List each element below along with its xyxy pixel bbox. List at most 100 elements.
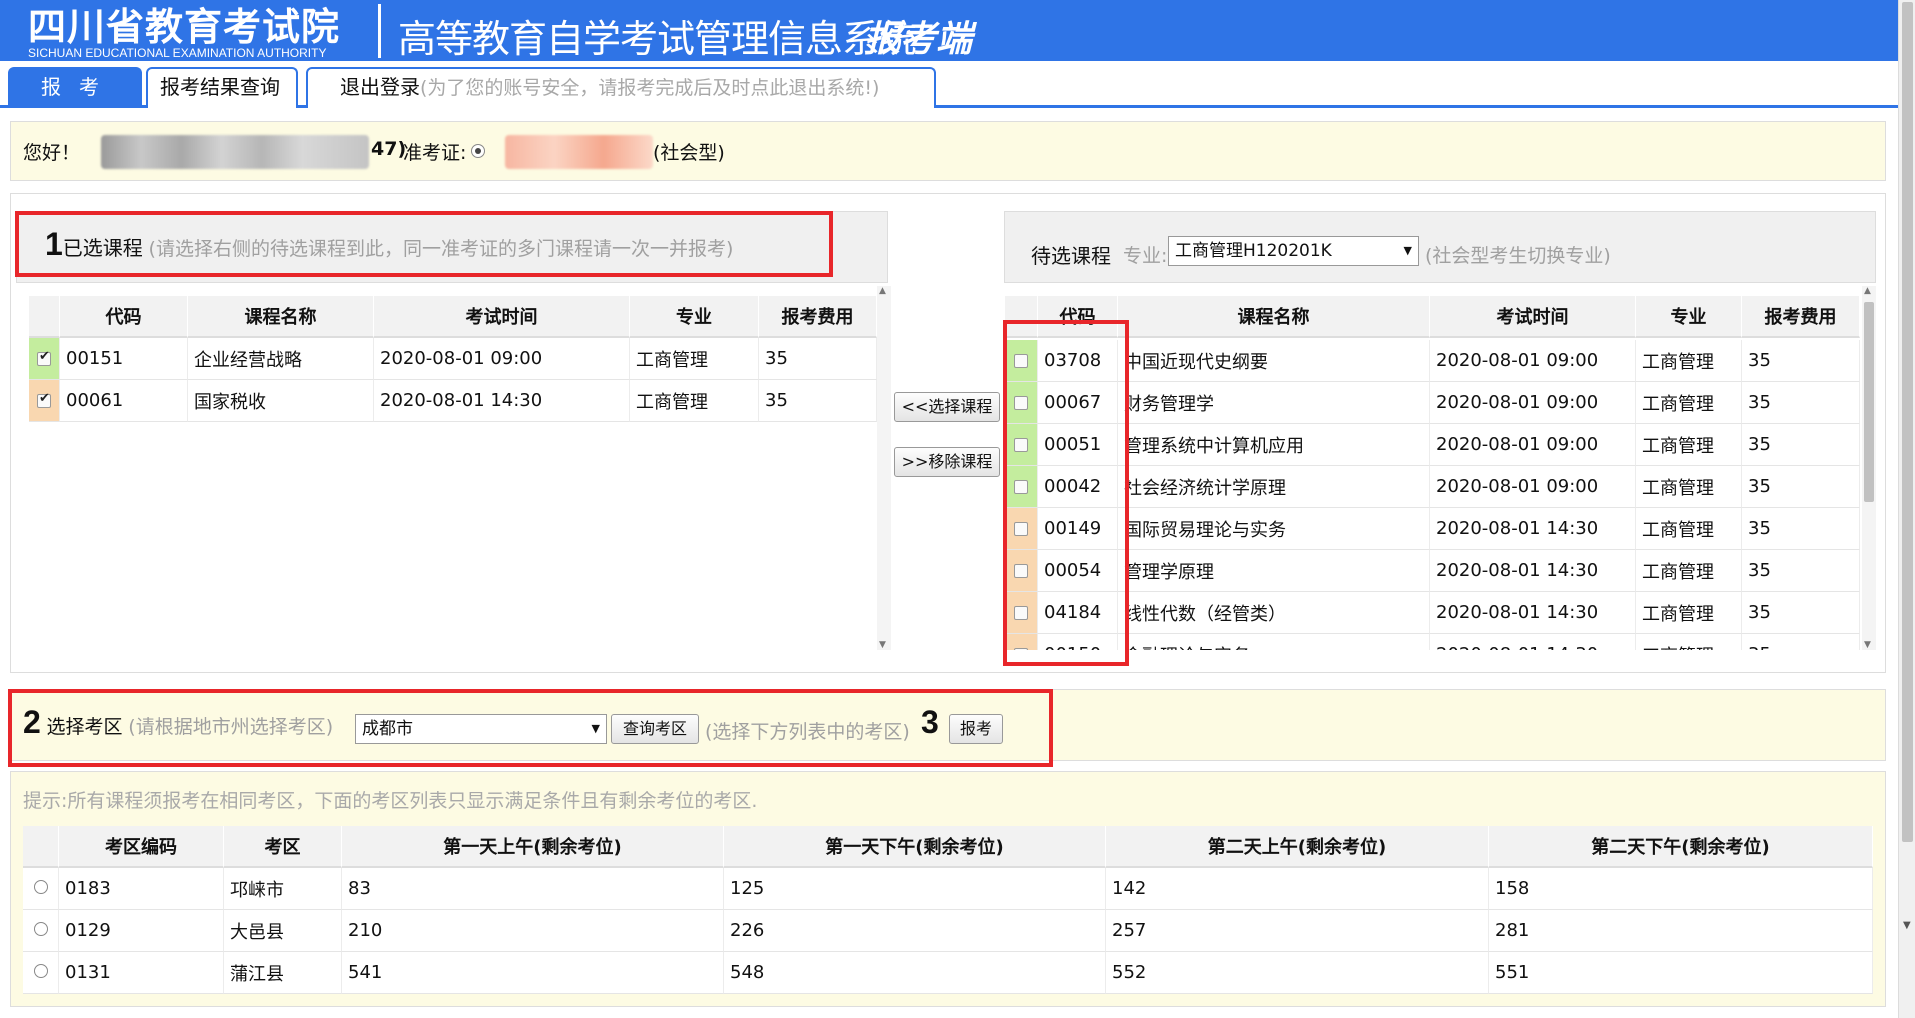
- course-fee: 35: [759, 380, 877, 422]
- table-row[interactable]: 00051 管理系统中计算机应用 2020-08-01 09:00 工商管理 3…: [1005, 424, 1860, 466]
- exam-time: 2020-08-01 14:30: [1430, 634, 1636, 650]
- course-name: 管理学原理: [1118, 550, 1430, 592]
- pending-courses-body: 03708 中国近现代史纲要 2020-08-01 09:00 工商管理 35 …: [1005, 340, 1860, 650]
- area-name: 大邑县: [224, 910, 342, 952]
- course-name: 国家税收: [188, 380, 374, 422]
- area-radio-cell: [23, 910, 59, 952]
- area-name: 蒲江县: [224, 952, 342, 994]
- tab-logout[interactable]: 退出登录(为了您的账号安全，请报考完成后及时点此退出系统!): [306, 67, 936, 108]
- selected-header-major: 专业: [630, 296, 759, 338]
- selected-header-fee: 报考费用: [759, 296, 877, 338]
- exam-time: 2020-08-01 14:30: [1430, 508, 1636, 550]
- course-fee: 35: [1742, 634, 1860, 650]
- table-row[interactable]: 00151 企业经营战略 2020-08-01 09:00 工商管理 35: [29, 338, 877, 380]
- seats-d2pm: 281: [1489, 910, 1873, 952]
- area-header-d2am: 第二天上午(剩余考位): [1106, 826, 1489, 868]
- selected-header-time: 考试时间: [374, 296, 630, 338]
- course-major: 工商管理: [1636, 382, 1742, 424]
- row-color-cell: [29, 380, 60, 422]
- system-title: 高等教育自学考试管理信息系统: [398, 17, 917, 61]
- tab-apply-results[interactable]: 报考结果查询: [146, 67, 298, 108]
- table-row[interactable]: 00067 财务管理学 2020-08-01 09:00 工商管理 35: [1005, 382, 1860, 424]
- area-radio[interactable]: [33, 964, 48, 978]
- area-radio-cell: [23, 868, 59, 910]
- area-name: 邛崃市: [224, 868, 342, 910]
- course-code: 00061: [60, 380, 188, 422]
- exam-time: 2020-08-01 09:00: [1430, 424, 1636, 466]
- course-fee: 35: [1742, 508, 1860, 550]
- candidate-type: (社会型): [653, 142, 725, 164]
- course-name: 财务管理学: [1118, 382, 1430, 424]
- course-fee: 35: [1742, 424, 1860, 466]
- table-row[interactable]: 0131 蒲江县 541 548 552 551: [23, 952, 1873, 994]
- org-english-name: SICHUAN EDUCATIONAL EXAMINATION AUTHORIT…: [28, 46, 327, 60]
- system-subtitle: 报考端: [864, 19, 973, 60]
- scroll-down-arrow-icon[interactable]: ▼: [879, 640, 886, 650]
- course-checkbox[interactable]: [37, 391, 51, 408]
- table-row[interactable]: 0183 邛崃市 83 125 142 158: [23, 868, 1873, 910]
- greeting-bar: 您好！ 47) 准考证: (社会型): [10, 121, 1886, 181]
- course-major: 工商管理: [630, 338, 759, 380]
- page-scrollbar-thumb[interactable]: [1902, 2, 1913, 842]
- table-row[interactable]: 00150 金融理论与实务 2020-08-01 14:30 工商管理 35: [1005, 634, 1860, 650]
- table-row[interactable]: 04184 线性代数（经管类） 2020-08-01 14:30 工商管理 35: [1005, 592, 1860, 634]
- course-panel: 1已选课程 (请选择右侧的待选课程到此，同一准考证的多门课程请一次一并报考) 代…: [10, 193, 1886, 673]
- greeting-hello: 您好！: [23, 142, 81, 164]
- major-switch-hint: (社会型考生切换专业): [1425, 245, 1611, 267]
- ticket-radio[interactable]: [471, 144, 485, 158]
- area-header-d1am: 第一天上午(剩余考位): [342, 826, 724, 868]
- selected-list-scrollbar[interactable]: ▲ ▼: [877, 286, 891, 650]
- area-code: 0131: [59, 952, 224, 994]
- scroll-up-arrow-icon[interactable]: ▲: [879, 286, 886, 296]
- pending-header-fee: 报考费用: [1742, 296, 1860, 338]
- selected-header-code: 代码: [60, 296, 188, 338]
- redacted-name: [101, 135, 369, 169]
- pending-courses-table: 代码 课程名称 考试时间 专业 报考费用: [1005, 296, 1860, 338]
- ticket-label: 准考证:: [403, 142, 467, 164]
- course-major: 工商管理: [1636, 550, 1742, 592]
- table-row[interactable]: 00054 管理学原理 2020-08-01 14:30 工商管理 35: [1005, 550, 1860, 592]
- course-name: 国际贸易理论与实务: [1118, 508, 1430, 550]
- highlight-box-exam-area: [8, 689, 1053, 767]
- pending-list-scrollbar-thumb[interactable]: [1864, 302, 1874, 502]
- area-results-panel: 提示:所有课程须报考在相同考区，下面的考区列表只显示满足条件且有剩余考位的考区.…: [10, 771, 1886, 1007]
- course-fee: 35: [759, 338, 877, 380]
- remove-course-button[interactable]: >>移除课程: [894, 447, 1000, 477]
- seats-d2am: 142: [1106, 868, 1489, 910]
- page-scroll-down-arrow-icon[interactable]: ▼: [1903, 920, 1911, 931]
- seats-d1am: 541: [342, 952, 724, 994]
- course-fee: 35: [1742, 340, 1860, 382]
- course-checkbox[interactable]: [37, 349, 51, 366]
- greeting-name-suffix: 47): [371, 138, 407, 160]
- area-radio[interactable]: [33, 922, 48, 936]
- table-row[interactable]: 00042 社会经济统计学原理 2020-08-01 09:00 工商管理 35: [1005, 466, 1860, 508]
- course-fee: 35: [1742, 466, 1860, 508]
- course-fee: 35: [1742, 550, 1860, 592]
- scroll-up-arrow-icon[interactable]: ▲: [1864, 286, 1871, 296]
- area-code: 0183: [59, 868, 224, 910]
- page-scrollbar[interactable]: ▼: [1898, 0, 1915, 1018]
- tab-apply[interactable]: 报考: [8, 67, 142, 108]
- table-row[interactable]: 00149 国际贸易理论与实务 2020-08-01 14:30 工商管理 35: [1005, 508, 1860, 550]
- course-code: 00151: [60, 338, 188, 380]
- scroll-down-arrow-icon[interactable]: ▼: [1864, 640, 1871, 650]
- seats-d2am: 552: [1106, 952, 1489, 994]
- exam-time: 2020-08-01 14:30: [1430, 550, 1636, 592]
- seats-d2pm: 551: [1489, 952, 1873, 994]
- redacted-ticket-number: [505, 135, 653, 169]
- course-major: 工商管理: [630, 380, 759, 422]
- exam-time: 2020-08-01 09:00: [1430, 340, 1636, 382]
- pending-header-name: 课程名称: [1118, 296, 1430, 338]
- seats-d1am: 83: [342, 868, 724, 910]
- table-row[interactable]: 03708 中国近现代史纲要 2020-08-01 09:00 工商管理 35: [1005, 340, 1860, 382]
- table-row[interactable]: 0129 大邑县 210 226 257 281: [23, 910, 1873, 952]
- logout-label: 退出登录: [340, 75, 420, 99]
- row-color-cell: [29, 338, 60, 380]
- table-row[interactable]: 00061 国家税收 2020-08-01 14:30 工商管理 35: [29, 380, 877, 422]
- select-course-button[interactable]: <<选择课程: [894, 392, 1000, 422]
- area-radio[interactable]: [33, 880, 48, 894]
- seats-d1pm: 548: [724, 952, 1106, 994]
- pending-list-scrollbar[interactable]: ▲ ▼: [1862, 286, 1876, 650]
- major-select[interactable]: 工商管理H120201K ▼: [1168, 236, 1419, 266]
- area-results-table: 考区编码 考区 第一天上午(剩余考位) 第一天下午(剩余考位) 第二天上午(剩余…: [23, 826, 1873, 994]
